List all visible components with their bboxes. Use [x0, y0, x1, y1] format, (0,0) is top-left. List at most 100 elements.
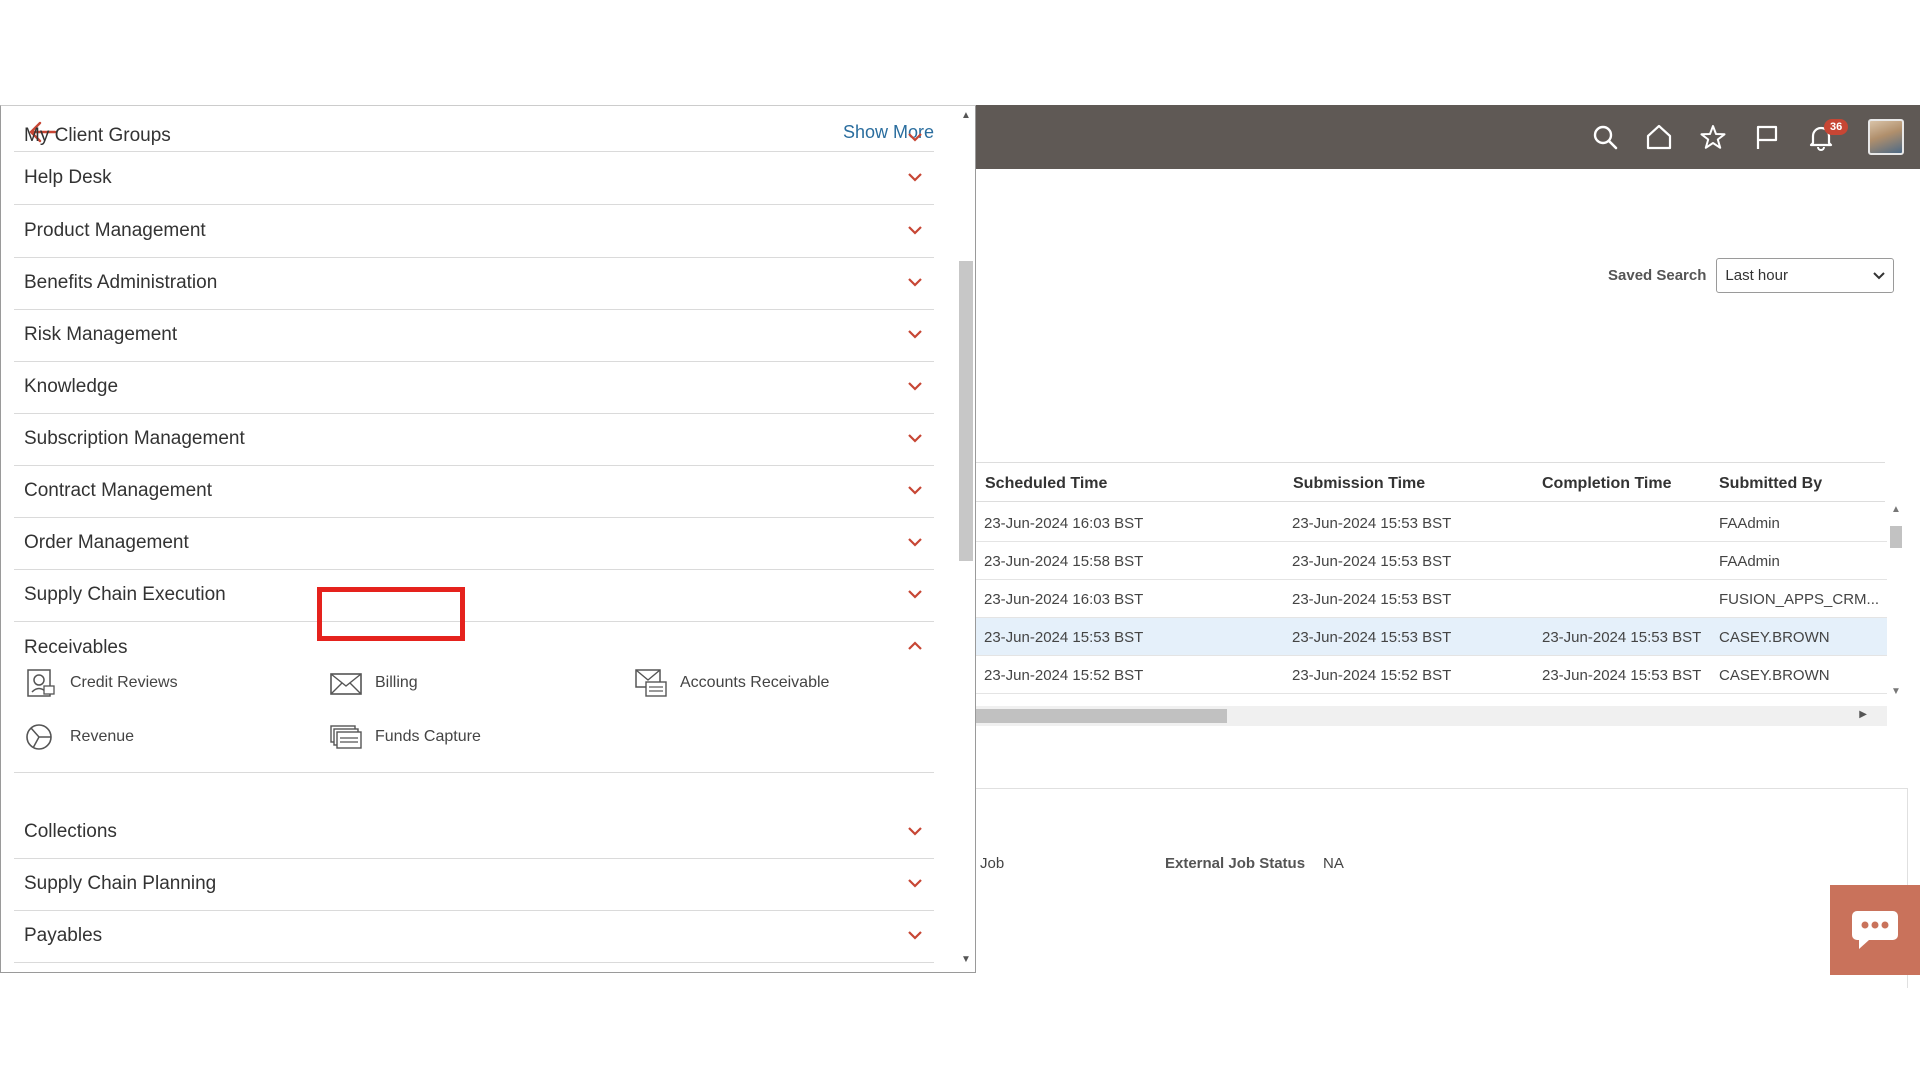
notification-badge: 36 [1824, 119, 1849, 135]
cell-submission-time: 23-Jun-2024 15:53 BST [1292, 591, 1452, 608]
drawer-vertical-scrollbar[interactable]: ▲ ▼ [956, 106, 975, 972]
scroll-right-icon[interactable]: ▶ [1859, 709, 1867, 720]
external-job-status-value: NA [1323, 855, 1344, 872]
sub-item-label: Billing [375, 674, 418, 691]
menu-supply-chain-execution[interactable]: Supply Chain Execution [14, 570, 934, 622]
menu-contract-management[interactable]: Contract Management [14, 466, 934, 518]
flag-icon[interactable] [1740, 105, 1794, 169]
table-row[interactable]: 23-Jun-2024 15:52 BST 23-Jun-2024 15:52 … [975, 656, 1887, 694]
sub-item-accounts-receivable[interactable]: Accounts Receivable [634, 668, 829, 698]
chevron-down-icon [908, 330, 922, 339]
column-header-completion-time[interactable]: Completion Time [1542, 475, 1672, 493]
header-icons: 36 [1578, 105, 1920, 169]
sub-item-billing[interactable]: Billing [329, 668, 418, 698]
bell-icon[interactable]: 36 [1794, 105, 1849, 169]
search-icon[interactable] [1578, 105, 1632, 169]
envelope-icon [330, 673, 362, 695]
sub-item-label: Revenue [70, 728, 135, 745]
table-row[interactable]: 23-Jun-2024 15:58 BST 23-Jun-2024 15:53 … [975, 542, 1887, 580]
sub-item-revenue[interactable]: Revenue [24, 722, 134, 752]
cell-completion-time: 23-Jun-2024 15:53 BST [1542, 629, 1702, 646]
saved-search-value: Last hour [1725, 267, 1788, 284]
cell-submission-time: 23-Jun-2024 15:53 BST [1292, 515, 1452, 532]
cell-scheduled-time: 23-Jun-2024 16:03 BST [984, 515, 1144, 532]
menu-collections[interactable]: Collections [14, 807, 934, 859]
cell-scheduled-time: 23-Jun-2024 16:03 BST [984, 591, 1144, 608]
chevron-down-icon [908, 590, 922, 599]
table-header: Scheduled Time Submission Time Completio… [975, 462, 1885, 502]
cell-submitted-by: FAAdmin [1719, 553, 1780, 570]
column-header-submission-time[interactable]: Submission Time [1293, 475, 1425, 493]
cell-completion-time: 23-Jun-2024 15:53 BST [1542, 667, 1702, 684]
cell-submission-time: 23-Jun-2024 15:52 BST [1292, 667, 1452, 684]
menu-label: My Client Groups [24, 125, 171, 146]
chevron-down-icon [908, 879, 922, 888]
chevron-down-icon [908, 226, 922, 235]
table-row[interactable]: 23-Jun-2024 16:03 BST 23-Jun-2024 15:53 … [975, 580, 1887, 618]
chevron-down-icon [908, 173, 922, 182]
chevron-down-icon [908, 382, 922, 391]
menu-knowledge[interactable]: Knowledge [14, 362, 934, 414]
menu-label: Help Desk [24, 167, 112, 188]
cell-scheduled-time: 23-Jun-2024 15:52 BST [984, 667, 1144, 684]
home-icon[interactable] [1632, 105, 1686, 169]
sub-item-label: Credit Reviews [70, 674, 178, 691]
column-header-scheduled-time[interactable]: Scheduled Time [985, 475, 1107, 493]
scrollbar-thumb[interactable] [975, 709, 1227, 723]
menu-subscription-management[interactable]: Subscription Management [14, 414, 934, 466]
sub-item-label: Accounts Receivable [680, 674, 830, 691]
cell-scheduled-time: 23-Jun-2024 15:53 BST [984, 629, 1144, 646]
menu-label: Supply Chain Execution [24, 584, 226, 605]
menu-receivables-label[interactable]: Receivables [24, 637, 128, 659]
menu-label: Knowledge [24, 376, 119, 397]
menu-my-client-groups[interactable]: My Client Groups [14, 112, 934, 152]
credit-reviews-icon [27, 669, 55, 697]
table-horizontal-scrollbar[interactable]: ▶ [975, 706, 1887, 726]
chat-icon [1852, 911, 1898, 949]
menu-product-management[interactable]: Product Management [14, 206, 934, 258]
menu-label: Product Management [24, 220, 206, 241]
menu-payables[interactable]: Payables [14, 911, 934, 963]
scroll-up-icon[interactable]: ▲ [1891, 504, 1901, 515]
table-vertical-scrollbar[interactable]: ▲ ▼ [1888, 504, 1902, 700]
menu-benefits-administration[interactable]: Benefits Administration [14, 258, 934, 310]
menu-help-desk[interactable]: Help Desk [14, 153, 934, 205]
sub-item-credit-reviews[interactable]: Credit Reviews [24, 668, 178, 698]
job-text: Job [980, 855, 1005, 872]
avatar[interactable] [1868, 119, 1904, 155]
menu-risk-management[interactable]: Risk Management [14, 310, 934, 362]
cell-submission-time: 23-Jun-2024 15:53 BST [1292, 629, 1452, 646]
scroll-down-icon[interactable]: ▼ [961, 954, 971, 965]
revenue-icon [26, 724, 52, 750]
scrollbar-thumb[interactable] [959, 261, 973, 561]
menu-label: Subscription Management [24, 428, 245, 449]
cell-submitted-by: FUSION_APPS_CRM... [1719, 591, 1880, 608]
chevron-down-icon [908, 931, 922, 940]
menu-label: Contract Management [24, 480, 212, 501]
star-icon[interactable] [1686, 105, 1740, 169]
sub-item-funds-capture[interactable]: Funds Capture [329, 722, 481, 752]
menu-receivables: Receivables Credit Reviews Billing Accou… [14, 623, 934, 773]
table-row-selected[interactable]: 23-Jun-2024 15:53 BST 23-Jun-2024 15:53 … [975, 618, 1887, 656]
menu-label: Collections [24, 821, 117, 842]
chevron-down-icon [908, 486, 922, 495]
cell-submitted-by: CASEY.BROWN [1719, 629, 1830, 646]
column-header-submitted-by[interactable]: Submitted By [1719, 475, 1822, 493]
scroll-up-icon[interactable]: ▲ [961, 110, 971, 121]
menu-label: Payables [24, 925, 103, 946]
menu-supply-chain-planning[interactable]: Supply Chain Planning [14, 859, 934, 911]
global-header: 36 [975, 105, 1920, 169]
saved-search-select[interactable]: Last hour [1716, 258, 1895, 293]
menu-label: Risk Management [24, 324, 178, 345]
chat-button[interactable] [1830, 885, 1920, 975]
scroll-down-icon[interactable]: ▼ [1891, 686, 1901, 697]
chevron-down-icon [908, 278, 922, 287]
chevron-down-icon [908, 434, 922, 443]
table-row[interactable]: 23-Jun-2024 16:03 BST 23-Jun-2024 15:53 … [975, 504, 1887, 542]
results-table: Scheduled Time Submission Time Completio… [975, 462, 1887, 730]
scrollbar-thumb[interactable] [1890, 526, 1902, 548]
chevron-up-icon[interactable] [906, 637, 924, 655]
accounts-receivable-icon [635, 669, 667, 697]
external-job-status-label: External Job Status [1165, 855, 1306, 872]
menu-order-management[interactable]: Order Management [14, 518, 934, 570]
